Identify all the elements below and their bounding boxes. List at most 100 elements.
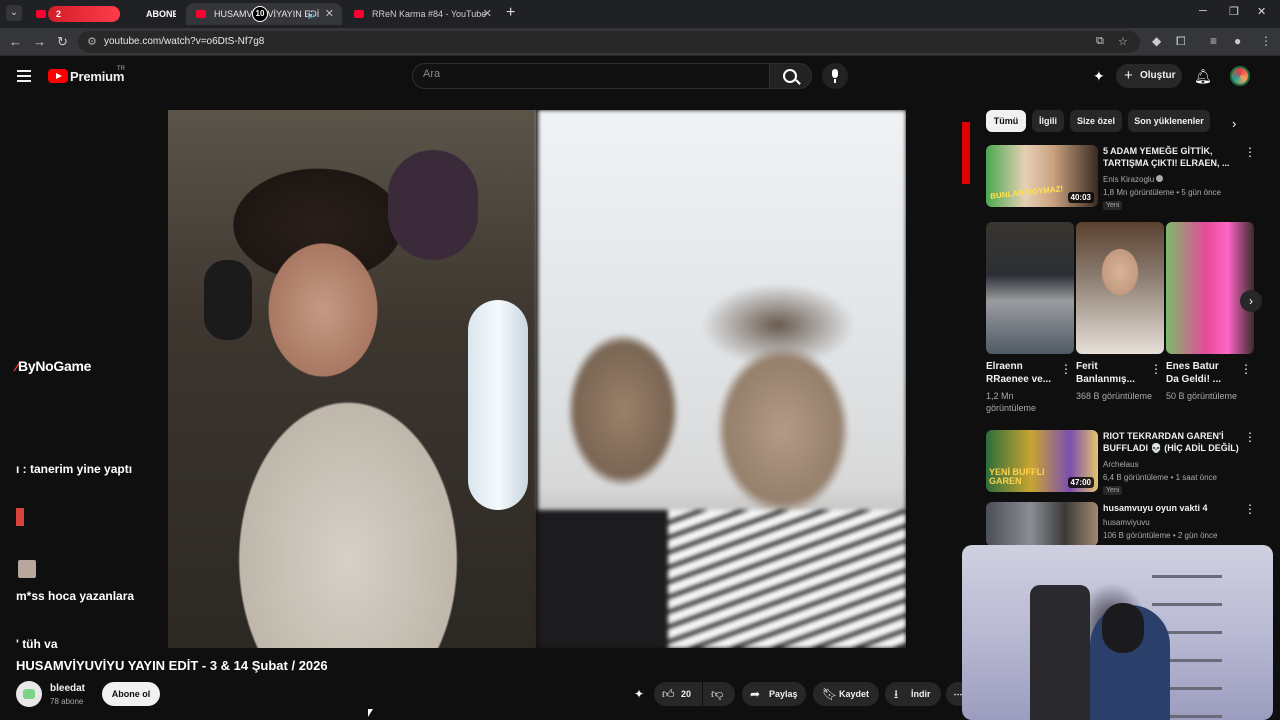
youtube-favicon-icon <box>36 10 46 18</box>
video-title: HUSAMVİYUVİYU YAYIN EDİT - 3 & 14 Şubat … <box>16 658 328 673</box>
address-bar[interactable]: ⚙ youtube.com/watch?v=o6DtS-Nf7g8 ⧉ ☆ <box>78 31 1140 53</box>
shorts-thumbnail[interactable] <box>1076 222 1164 354</box>
chat-message: ' tüh va <box>16 637 58 651</box>
shorts-next-arrow-icon[interactable]: › <box>1240 290 1262 312</box>
minimize-icon[interactable]: ─ <box>1199 5 1207 17</box>
stream-chat-overlay: ⁄ByNoGame ı : tanerim yine yaptı m*ss ho… <box>0 110 168 651</box>
hamburger-menu-icon[interactable] <box>17 70 31 82</box>
reload-icon[interactable]: ↻ <box>57 34 68 50</box>
back-arrow-icon[interactable]: ← <box>9 34 22 49</box>
channel-avatar[interactable] <box>16 681 42 707</box>
more-options-icon[interactable]: ⋮ <box>1244 502 1256 516</box>
media-controls-icon[interactable]: ≡ <box>1210 34 1217 48</box>
extensions-puzzle-icon[interactable]: ⧠ <box>1176 34 1186 49</box>
video-title[interactable]: husamvuyu oyun vakti 4 <box>1103 502 1243 514</box>
chat-user-avatar <box>18 560 36 578</box>
new-tab-icon[interactable]: + <box>506 4 515 22</box>
chat-message: ı : tanerim yine yaptı <box>16 462 133 476</box>
scroll-indicator <box>962 122 970 184</box>
search-input[interactable] <box>423 68 753 80</box>
video-thumbnail[interactable]: BUNLAR DOYMAZ! 40:03 <box>986 145 1098 207</box>
video-thumbnail[interactable]: YENİ BUFFLI GAREN 47:00 <box>986 430 1098 492</box>
like-button[interactable]: 👍︎ 20 <box>654 682 702 706</box>
shorts-title[interactable]: Ferit Banlanmış... <box>1076 360 1142 386</box>
save-button[interactable]: 🔖︎ Kaydet <box>813 682 879 706</box>
close-tab-icon[interactable]: ✕ <box>325 3 334 25</box>
shorts-title[interactable]: Enes Batur Da Geldi! ... <box>1166 360 1232 386</box>
channel-name[interactable]: husamviyuvu <box>1103 518 1150 527</box>
site-info-icon[interactable]: ⚙ <box>87 35 97 48</box>
sparkle-ai-icon[interactable]: ✦ <box>1093 68 1105 85</box>
download-button[interactable]: ⭳ İndir <box>885 682 941 706</box>
mouse-cursor <box>368 709 373 717</box>
window-close-icon[interactable]: ✕ <box>1257 5 1266 18</box>
ask-ai-sparkle-icon[interactable]: ✦ <box>634 687 644 701</box>
video-title[interactable]: RIOT TEKRARDAN GAREN'İ BUFFLADI 💀 (HİÇ A… <box>1103 430 1243 454</box>
chip-all[interactable]: Tümü <box>986 110 1026 132</box>
chip-for-you[interactable]: Size özel <box>1070 110 1122 132</box>
tab-1-subscribe-text: ABONE <box>146 9 176 19</box>
streamer-camera-frame <box>168 110 536 648</box>
tab-1-label: 2 <box>56 9 62 19</box>
shorts-item[interactable]: Ferit Banlanmış... 368 B görüntüleme ⋮ <box>1076 222 1164 401</box>
account-avatar[interactable] <box>1230 66 1250 86</box>
shorts-item[interactable]: Elraenn RRaenee ve... 1,2 Mn görüntüleme… <box>986 222 1074 413</box>
close-tab-icon[interactable]: ✕ <box>483 3 492 25</box>
share-arrow-icon: ➦ <box>750 687 761 701</box>
extension-diamond-icon[interactable]: ◆ <box>1152 34 1161 48</box>
tab-search-button[interactable]: ⌄ <box>6 5 22 21</box>
notifications-bell-icon[interactable]: 🔔︎ <box>1194 68 1212 85</box>
browser-tab-1[interactable]: 2 ABONE <box>26 3 176 25</box>
browser-menu-icon[interactable]: ⋮ <box>1260 34 1272 48</box>
search-box[interactable] <box>412 63 770 89</box>
chip-recent[interactable]: Son yüklenenler <box>1128 110 1210 132</box>
chip-related[interactable]: İlgili <box>1032 110 1064 132</box>
profile-icon[interactable]: ● <box>1234 34 1241 48</box>
like-count: 20 <box>681 689 692 699</box>
more-options-icon[interactable]: ⋮ <box>1244 145 1256 159</box>
more-options-icon[interactable]: ⋮ <box>1244 430 1256 444</box>
microphone-icon[interactable] <box>822 63 848 89</box>
plus-icon: + <box>1124 67 1133 84</box>
shorts-item[interactable]: Enes Batur Da Geldi! ... 50 B görüntülem… <box>1166 222 1254 401</box>
plush-toy-shape <box>388 150 478 260</box>
video-thumbnail[interactable] <box>986 502 1098 546</box>
video-meta: 106 B görüntüleme • 2 gün önce <box>1103 531 1218 540</box>
share-button[interactable]: ➦ Paylaş <box>742 682 806 706</box>
shorts-thumbnail[interactable] <box>986 222 1074 354</box>
forward-arrow-icon[interactable]: → <box>33 34 46 49</box>
shorts-title[interactable]: Elraenn RRaenee ve... <box>986 360 1052 386</box>
speaker-icon[interactable]: 🔈 <box>307 3 318 25</box>
shorts-thumbnail[interactable] <box>1166 222 1254 354</box>
country-code: TR <box>117 66 125 72</box>
video-player[interactable] <box>168 110 906 648</box>
chevron-right-icon[interactable]: › <box>1232 116 1236 131</box>
shorts-views: 1,2 Mn görüntüleme <box>986 391 1037 413</box>
channel-name[interactable]: Archelaus <box>1103 460 1139 469</box>
more-options-icon[interactable]: ⋮ <box>1060 362 1072 376</box>
browser-tab-3[interactable]: RReN Karma #84 - YouTube ✕ <box>344 3 500 25</box>
bookmark-star-icon[interactable]: ☆ <box>1118 35 1128 48</box>
new-badge: Yeni <box>1103 201 1123 210</box>
verified-icon <box>1156 175 1164 182</box>
create-label: Oluştur <box>1140 70 1176 81</box>
youtube-logo-icon[interactable] <box>48 69 68 83</box>
search-icon[interactable] <box>770 63 812 89</box>
subscriber-count: 78 abone <box>50 697 84 706</box>
subscribe-button[interactable]: Abone ol <box>102 682 160 706</box>
chat-message: m*ss hoca yazanlara <box>16 589 135 603</box>
video-title[interactable]: 5 ADAM YEMEĞE GİTTİK, TARTIŞMA ÇIKTI! EL… <box>1103 145 1243 169</box>
channel-name[interactable]: bleedat <box>50 683 85 694</box>
url-text[interactable]: youtube.com/watch?v=o6DtS-Nf7g8 <box>104 36 264 47</box>
create-button[interactable]: + Oluştur <box>1116 64 1182 88</box>
more-options-icon[interactable]: ⋮ <box>1240 362 1252 376</box>
restore-icon[interactable]: ❐ <box>1229 5 1239 18</box>
install-app-icon[interactable]: ⧉ <box>1096 35 1104 48</box>
dislike-button[interactable]: 👎︎ <box>703 682 735 706</box>
channel-name[interactable]: Enis Kirazoglu <box>1103 175 1164 184</box>
headphones-shape <box>204 260 252 340</box>
thumbnail-caption: BUNLAR DOYMAZ! <box>989 184 1064 201</box>
download-label: İndir <box>911 689 931 699</box>
browser-tab-2-active[interactable]: HUSAMVİYUVİYAYIN EDİ 10 🔈 ✕ <box>186 3 342 25</box>
more-options-icon[interactable]: ⋮ <box>1150 362 1162 376</box>
